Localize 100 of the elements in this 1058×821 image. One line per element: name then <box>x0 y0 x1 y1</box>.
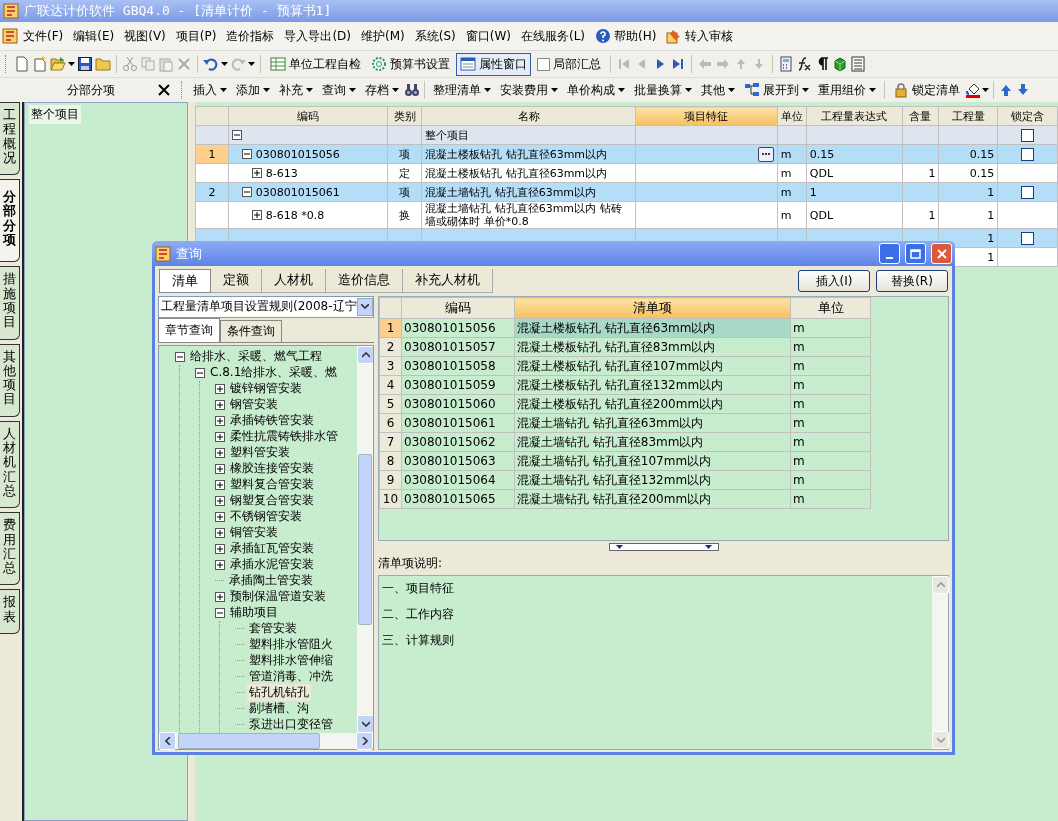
tab[interactable]: 章节查询 <box>158 317 220 342</box>
toolbar-button[interactable]: 预算书设置 <box>367 52 454 76</box>
caret-icon[interactable] <box>728 88 735 92</box>
toolbar-button[interactable]: 锁定清单 <box>889 78 964 102</box>
tree-item[interactable]: 承插铸铁管安装 <box>228 412 316 430</box>
caret-icon[interactable] <box>869 88 876 92</box>
caret-icon[interactable] <box>306 88 313 92</box>
tree-item[interactable]: 给排水、采暖、燃气工程 <box>188 348 324 366</box>
checkbox[interactable] <box>1021 185 1035 199</box>
toolbar-button[interactable]: 其他 <box>697 78 739 102</box>
tab[interactable]: 条件查询 <box>220 319 282 342</box>
undo-icon[interactable] <box>203 56 219 72</box>
menu-item[interactable]: 在线服务(L) <box>515 25 590 47</box>
app-icon[interactable] <box>2 28 18 44</box>
column-header[interactable]: 编码 <box>401 297 515 319</box>
tab[interactable]: 补充人材机 <box>403 269 493 293</box>
paint-bucket-icon[interactable] <box>965 82 981 98</box>
tab[interactable]: 定额 <box>211 269 262 293</box>
tab[interactable]: 人材机 <box>262 269 326 293</box>
menu-item[interactable]: 系统(S) <box>409 25 461 47</box>
caret-icon[interactable] <box>982 88 989 92</box>
expand-toggle[interactable] <box>215 415 225 426</box>
caret-icon[interactable] <box>220 88 227 92</box>
column-header[interactable]: 工程量 <box>938 106 998 126</box>
last-icon[interactable] <box>670 56 686 72</box>
expand-toggle[interactable] <box>215 495 225 506</box>
minimize-button[interactable] <box>879 243 900 264</box>
expand-toggle[interactable] <box>215 399 225 410</box>
collapse-toggle[interactable] <box>195 367 205 378</box>
tab[interactable]: 清单 <box>159 269 211 293</box>
tree-item[interactable]: 泵进出口变径管 <box>247 716 335 733</box>
expand-toggle[interactable] <box>215 383 225 394</box>
menu-item[interactable]: 编辑(E) <box>68 25 120 47</box>
caret-icon[interactable] <box>802 88 809 92</box>
menu-item[interactable]: 文件(F) <box>18 25 69 47</box>
tree-item[interactable]: 套管安装 <box>247 620 299 638</box>
close-button[interactable] <box>931 243 952 264</box>
toolbar-button[interactable]: 局部汇总 <box>533 52 605 76</box>
new-document-icon[interactable] <box>14 56 30 72</box>
cube-icon[interactable] <box>832 56 848 72</box>
ellipsis-button[interactable] <box>757 146 774 162</box>
toolbar-button[interactable]: 单位工程自检 <box>266 52 365 76</box>
dialog-button[interactable]: 替换(R) <box>876 270 948 292</box>
tree-item[interactable]: 承插陶土管安装 <box>227 572 315 590</box>
column-header[interactable]: 项目特征 <box>635 106 778 126</box>
side-tab[interactable]: 报表 <box>0 589 20 634</box>
side-tab[interactable]: 工程概况 <box>0 102 20 176</box>
side-tab[interactable]: 措施项目 <box>0 266 20 340</box>
toolbar-button[interactable]: 存档 <box>361 78 403 102</box>
tree-item[interactable]: 整个项目 <box>29 105 81 124</box>
toolbar-button[interactable]: 批量换算 <box>630 78 696 102</box>
tree-item[interactable]: 钢塑复合管安装 <box>228 492 316 510</box>
document-star-icon[interactable] <box>32 56 48 72</box>
binoculars-icon[interactable] <box>404 82 420 98</box>
expand-toggle[interactable] <box>251 210 262 220</box>
collapse-toggle[interactable] <box>231 130 242 140</box>
column-header[interactable]: 单位 <box>790 297 871 319</box>
scrollbar[interactable] <box>159 733 373 749</box>
expand-toggle[interactable] <box>251 168 262 178</box>
expand-toggle[interactable] <box>215 527 225 538</box>
tree-item[interactable]: 塑料排水管阻火 <box>247 636 335 654</box>
toolbar-button[interactable]: 属性窗口 <box>456 52 531 76</box>
save-icon[interactable] <box>77 56 93 72</box>
tree-item[interactable]: 橡胶连接管安装 <box>228 460 316 478</box>
tree-item[interactable]: 预制保温管道安装 <box>228 588 328 606</box>
tree-item[interactable]: 不锈钢管安装 <box>228 508 304 526</box>
column-header[interactable]: 单位 <box>777 106 807 126</box>
expand-toggle[interactable] <box>215 479 225 490</box>
side-tab[interactable]: 分部分项 <box>0 179 20 263</box>
chevron-down-icon[interactable] <box>360 304 369 310</box>
caret-icon[interactable] <box>349 88 356 92</box>
expand-toggle[interactable] <box>215 543 225 554</box>
toolbar-button[interactable]: 添加 <box>232 78 274 102</box>
close-icon[interactable] <box>158 84 170 96</box>
side-tab[interactable]: 费用汇总 <box>0 512 20 586</box>
collapse-toggle[interactable] <box>215 607 225 618</box>
column-header[interactable]: 名称 <box>421 106 636 126</box>
tree-item[interactable]: 承插水泥管安装 <box>228 556 316 574</box>
dialog-button[interactable]: 插入(I) <box>798 270 870 292</box>
tree-item[interactable]: 塑料排水管伸缩 <box>247 652 335 670</box>
menu-item[interactable]: 导入导出(D) <box>279 25 356 47</box>
column-header[interactable]: 锁定含 <box>997 106 1058 126</box>
column-header[interactable]: 清单项 <box>514 297 791 319</box>
tree-item[interactable]: 辅助项目 <box>228 604 280 622</box>
chevron-left-icon[interactable] <box>164 737 171 745</box>
tree-item[interactable]: 钢管安装 <box>228 396 280 414</box>
tree-item[interactable]: 管道消毒、冲洗 <box>247 668 335 686</box>
toolbar-button[interactable]: 展开到 <box>740 78 813 102</box>
toolbar-button[interactable]: 插入 <box>189 78 231 102</box>
chevron-up-icon[interactable] <box>361 351 370 358</box>
expand-toggle[interactable] <box>215 559 225 570</box>
tab[interactable]: 造价信息 <box>326 269 403 293</box>
toolbar-button[interactable]: 安装费用 <box>496 78 562 102</box>
caret-icon[interactable] <box>68 62 75 66</box>
list-icon[interactable] <box>850 56 866 72</box>
column-header[interactable]: 类别 <box>387 106 422 126</box>
caret-icon[interactable] <box>392 88 399 92</box>
checkbox[interactable] <box>1021 147 1035 161</box>
chevron-right-icon[interactable] <box>361 737 368 745</box>
maximize-button[interactable] <box>905 243 926 264</box>
